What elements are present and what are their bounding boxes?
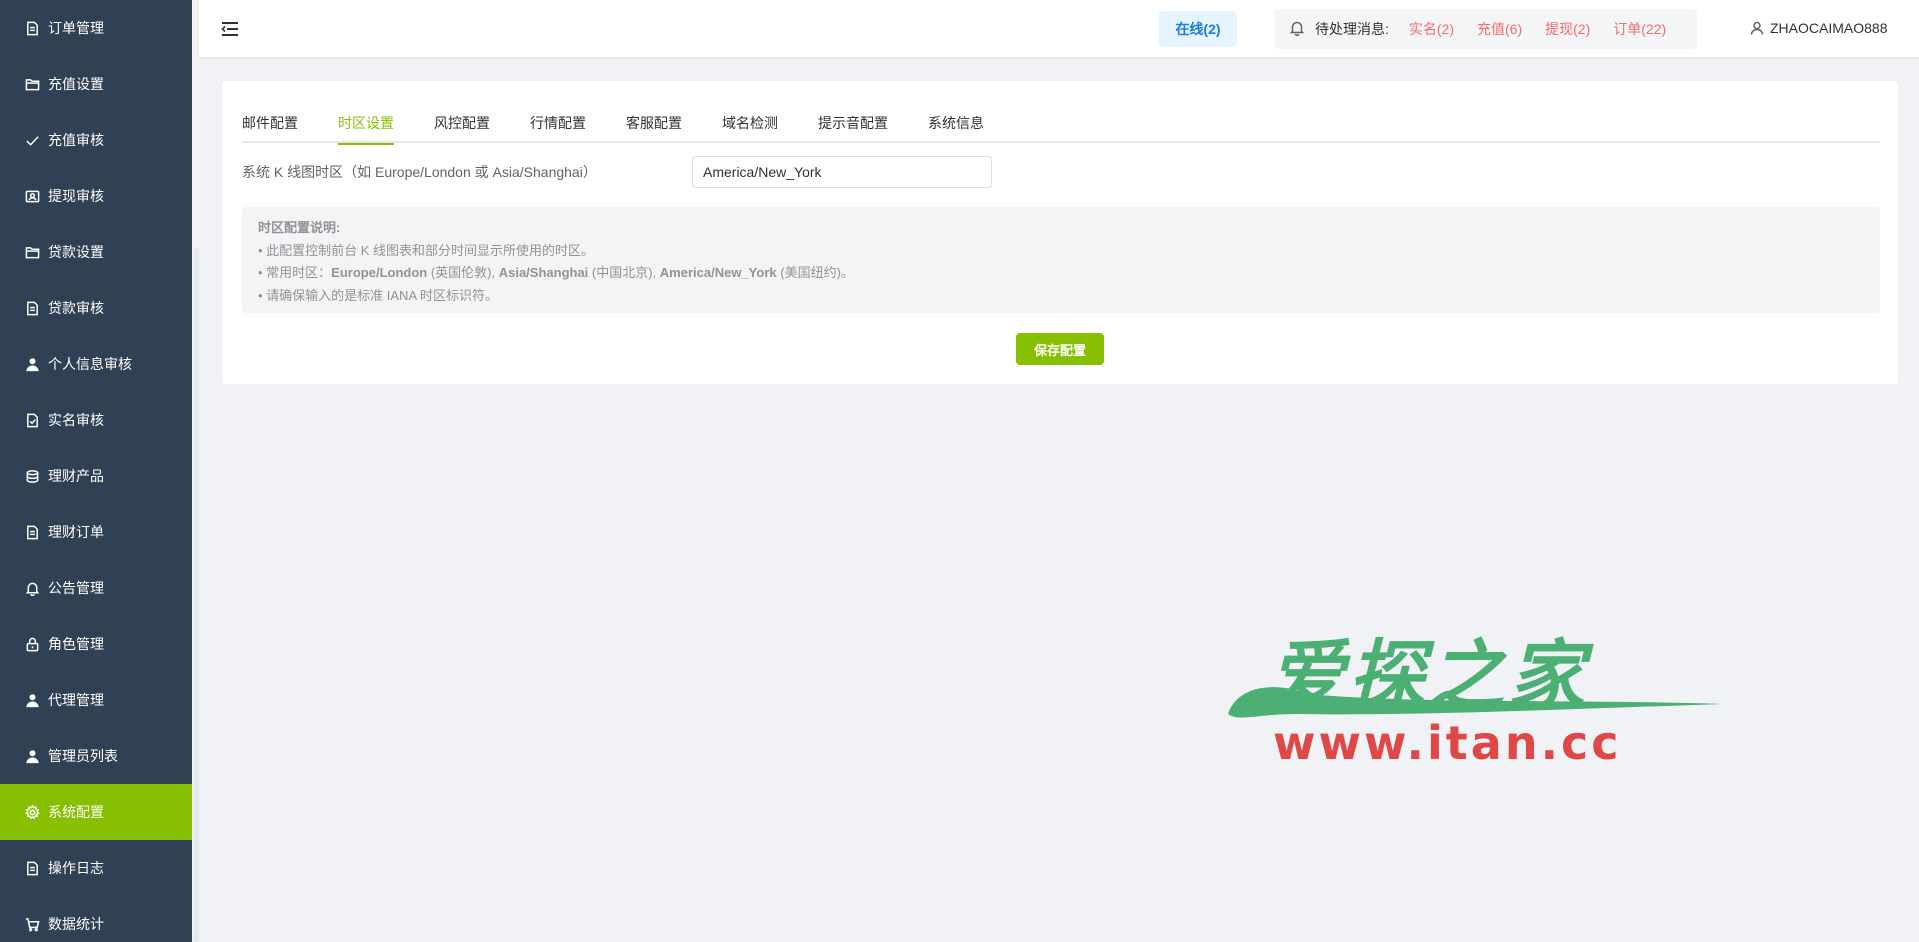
document-check-icon bbox=[24, 412, 40, 428]
notice-tz-newyork: America/New_York bbox=[659, 265, 777, 280]
settings-tab[interactable]: 客服配置 bbox=[606, 103, 702, 143]
sidebar-item-label: 数据统计 bbox=[48, 916, 104, 932]
document-icon bbox=[24, 20, 40, 36]
notice-tz-shanghai: Asia/Shanghai bbox=[498, 265, 589, 280]
id-card-icon bbox=[24, 188, 40, 204]
sidebar-item[interactable]: 数据统计 bbox=[0, 896, 192, 942]
folder-icon bbox=[24, 244, 40, 260]
sidebar-item[interactable]: 订单管理 bbox=[0, 0, 192, 56]
notice-line-2-prefix: • 常用时区： bbox=[258, 265, 332, 280]
sidebar-item[interactable]: 系统配置 bbox=[0, 784, 192, 840]
document-icon bbox=[24, 300, 40, 316]
hamburger-menu-icon[interactable] bbox=[221, 20, 239, 38]
sidebar-item[interactable]: 理财订单 bbox=[0, 504, 192, 560]
sidebar-item[interactable]: 公告管理 bbox=[0, 560, 192, 616]
sidebar-item-label: 理财订单 bbox=[48, 524, 104, 540]
user-icon bbox=[24, 748, 40, 764]
settings-tab[interactable]: 邮件配置 bbox=[242, 103, 318, 143]
folder-icon bbox=[24, 76, 40, 92]
settings-tab[interactable]: 提示音配置 bbox=[798, 103, 908, 143]
notice-tz-london-note: (英国伦敦), bbox=[427, 265, 499, 280]
pending-realname-link[interactable]: 实名(2) bbox=[1409, 19, 1454, 39]
settings-tab[interactable]: 时区设置 bbox=[318, 103, 414, 145]
sidebar-item-label: 贷款审核 bbox=[48, 300, 104, 316]
sidebar-item-label: 个人信息审核 bbox=[48, 356, 132, 372]
sidebar-item[interactable]: 代理管理 bbox=[0, 672, 192, 728]
pending-recharge-link[interactable]: 充值(6) bbox=[1477, 19, 1522, 39]
sidebar-item-label: 贷款设置 bbox=[48, 244, 104, 260]
notice-tz-newyork-note: (美国纽约)。 bbox=[776, 265, 854, 280]
sidebar-item-label: 充值设置 bbox=[48, 76, 104, 92]
sidebar-item-label: 管理员列表 bbox=[48, 748, 118, 764]
watermark-url: www.itan.cc bbox=[1273, 716, 1622, 770]
timezone-label: 系统 K 线图时区（如 Europe/London 或 Asia/Shangha… bbox=[242, 164, 597, 180]
sidebar-item-label: 角色管理 bbox=[48, 636, 104, 652]
pending-messages-label: 待处理消息: bbox=[1315, 21, 1389, 37]
bell-icon bbox=[1289, 20, 1307, 38]
watermark-swoosh bbox=[1228, 687, 1723, 718]
timezone-input[interactable] bbox=[692, 156, 992, 188]
notice-line-1: • 此配置控制前台 K 线图表和部分时间显示所使用的时区。 bbox=[258, 242, 595, 258]
sidebar-item[interactable]: 充值审核 bbox=[0, 112, 192, 168]
settings-tab[interactable]: 系统信息 bbox=[908, 103, 1004, 143]
timezone-notice: 时区配置说明: • 此配置控制前台 K 线图表和部分时间显示所使用的时区。 • … bbox=[242, 207, 1880, 313]
pending-orders-link[interactable]: 订单(22) bbox=[1613, 19, 1666, 39]
notice-line-3: • 请确保输入的是标准 IANA 时区标识符。 bbox=[258, 287, 499, 303]
coins-icon bbox=[24, 468, 40, 484]
sidebar-item[interactable]: 提现审核 bbox=[0, 168, 192, 224]
sidebar-item[interactable]: 角色管理 bbox=[0, 616, 192, 672]
sidebar-item[interactable]: 充值设置 bbox=[0, 56, 192, 112]
username: ZHAOCAIMAO888 bbox=[1770, 20, 1888, 36]
sidebar-item[interactable]: 理财产品 bbox=[0, 448, 192, 504]
online-count-badge[interactable]: 在线(2) bbox=[1159, 11, 1237, 47]
sidebar-item[interactable]: 管理员列表 bbox=[0, 728, 192, 784]
pending-withdraw-link[interactable]: 提现(2) bbox=[1545, 19, 1590, 39]
sidebar-item-label: 提现审核 bbox=[48, 188, 104, 204]
document-icon bbox=[24, 860, 40, 876]
sidebar: 订单管理充值设置充值审核提现审核贷款设置贷款审核个人信息审核 实名审核理财产品理财… bbox=[0, 0, 192, 942]
user-icon bbox=[24, 692, 40, 708]
cart-icon bbox=[24, 916, 40, 932]
lock-icon bbox=[24, 636, 40, 652]
sidebar-item-label: 公告管理 bbox=[48, 580, 104, 596]
check-icon bbox=[24, 132, 40, 148]
settings-tab[interactable]: 域名检测 bbox=[702, 103, 798, 143]
gear-icon bbox=[24, 804, 40, 820]
sidebar-item-label: 订单管理 bbox=[48, 20, 104, 36]
sidebar-item-label: 操作日志 bbox=[48, 860, 104, 876]
sidebar-item[interactable]: 个人信息审核 bbox=[0, 336, 192, 392]
notice-title: 时区配置说明: bbox=[258, 220, 341, 235]
sidebar-item[interactable]: 贷款设置 bbox=[0, 224, 192, 280]
bell-icon bbox=[24, 580, 40, 596]
sidebar-item-label: 系统配置 bbox=[48, 804, 104, 820]
watermark-logo: 爱探之家 www.itan.cc bbox=[1218, 614, 1724, 770]
sidebar-item[interactable]: 操作日志 bbox=[0, 840, 192, 896]
user-icon bbox=[1750, 21, 1764, 35]
user-icon bbox=[24, 356, 40, 372]
timezone-form-row: 系统 K 线图时区（如 Europe/London 或 Asia/Shangha… bbox=[242, 155, 1880, 189]
sidebar-item[interactable]: 贷款审核 bbox=[0, 280, 192, 336]
settings-card: 邮件配置 时区设置 风控配置 行情配置 客服配置 域名检测 提示音配置 系统信息 系统 K 线… bbox=[221, 80, 1899, 385]
sidebar-item-label: 充值审核 bbox=[48, 132, 104, 148]
document-icon bbox=[24, 524, 40, 540]
settings-tab[interactable]: 行情配置 bbox=[510, 103, 606, 143]
settings-tabs: 邮件配置 时区设置 风控配置 行情配置 客服配置 域名检测 提示音配置 系统信息 bbox=[242, 103, 1880, 145]
sidebar-item-label: 实名审核 bbox=[48, 412, 104, 428]
sidebar-item-label: 理财产品 bbox=[48, 468, 104, 484]
sidebar-item-label: 代理管理 bbox=[48, 692, 104, 708]
pending-messages: 待处理消息: 实名(2) 充值(6) 提现(2) 订单(22) bbox=[1275, 9, 1697, 49]
notice-tz-shanghai-note: (中国北京), bbox=[588, 265, 660, 280]
settings-tab[interactable]: 风控配置 bbox=[414, 103, 510, 143]
notice-line-2: • 常用时区：Europe/London (英国伦敦), Asia/Shangh… bbox=[258, 262, 1864, 285]
sidebar-scrollbar[interactable] bbox=[194, 248, 199, 942]
sidebar-menu: 订单管理充值设置充值审核提现审核贷款设置贷款审核个人信息审核 实名审核理财产品理财… bbox=[0, 0, 192, 942]
notice-tz-london: Europe/London bbox=[331, 265, 428, 280]
save-config-button[interactable]: 保存配置 bbox=[1016, 333, 1104, 365]
top-navbar: 在线(2) 待处理消息: 实名(2) 充值(6) 提现(2) 订单(22) ZH… bbox=[199, 0, 1919, 58]
user-menu[interactable]: ZHAOCAIMAO888 bbox=[1750, 20, 1887, 36]
sidebar-item[interactable]: 实名审核 bbox=[0, 392, 192, 448]
